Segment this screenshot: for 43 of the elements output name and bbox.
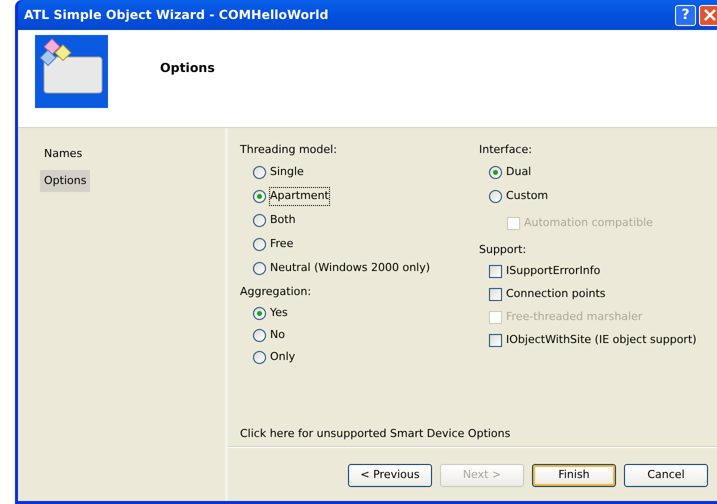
radio-button[interactable] — [253, 238, 266, 251]
group-label: Interface: — [479, 142, 533, 158]
checkbox-label: Free-threaded marshaler — [506, 309, 642, 326]
radio-label: Single — [270, 164, 304, 180]
radio-label: Dual — [506, 164, 532, 180]
wizard-button[interactable]: Cancel — [624, 464, 708, 487]
group-label: Threading model: — [240, 142, 338, 158]
radio-label: No — [270, 326, 285, 343]
radio-button[interactable] — [489, 190, 502, 203]
window-title: ATL Simple Object Wizard - COMHelloWorld — [24, 6, 328, 24]
close-icon — [703, 9, 717, 21]
close-button[interactable] — [699, 4, 717, 26]
radio-button[interactable] — [253, 350, 266, 364]
radio-button[interactable] — [253, 166, 266, 179]
wizard-button[interactable]: Finish — [532, 464, 616, 487]
radio-button[interactable] — [253, 306, 266, 320]
radio-label: Custom — [506, 188, 548, 204]
radio-button[interactable] — [253, 190, 266, 203]
checkbox[interactable] — [489, 334, 502, 347]
radio-label: Both — [270, 212, 296, 228]
sidebar-item[interactable]: Options — [40, 170, 90, 192]
radio-button[interactable] — [253, 328, 266, 342]
smart-device-link[interactable]: Click here for unsupported Smart Device Options — [240, 426, 510, 440]
help-button[interactable]: ? — [675, 4, 696, 26]
radio-label: Apartment — [270, 188, 329, 205]
radio-button[interactable] — [253, 262, 266, 275]
radio-label: Neutral (Windows 2000 only) — [270, 260, 430, 276]
checkbox-label: Automation compatible — [524, 214, 653, 231]
checkbox-label: IObjectWithSite (IE object support) — [506, 332, 697, 348]
checkbox[interactable] — [489, 288, 502, 301]
page-title: Options — [160, 59, 215, 77]
wizard-button[interactable]: < Previous — [348, 464, 432, 487]
checkbox-label: Connection points — [506, 286, 606, 302]
radio-button[interactable] — [253, 214, 266, 227]
radio-label: Yes — [270, 304, 288, 321]
radio-label: Free — [270, 236, 294, 252]
checkbox-label: ISupportErrorInfo — [506, 263, 600, 280]
group-label: Support: — [479, 242, 528, 258]
group-label: Aggregation: — [240, 284, 312, 300]
radio-label: Only — [270, 348, 296, 365]
checkbox[interactable] — [489, 265, 502, 278]
sidebar-item[interactable]: Names — [40, 143, 86, 166]
radio-button[interactable] — [489, 166, 502, 179]
